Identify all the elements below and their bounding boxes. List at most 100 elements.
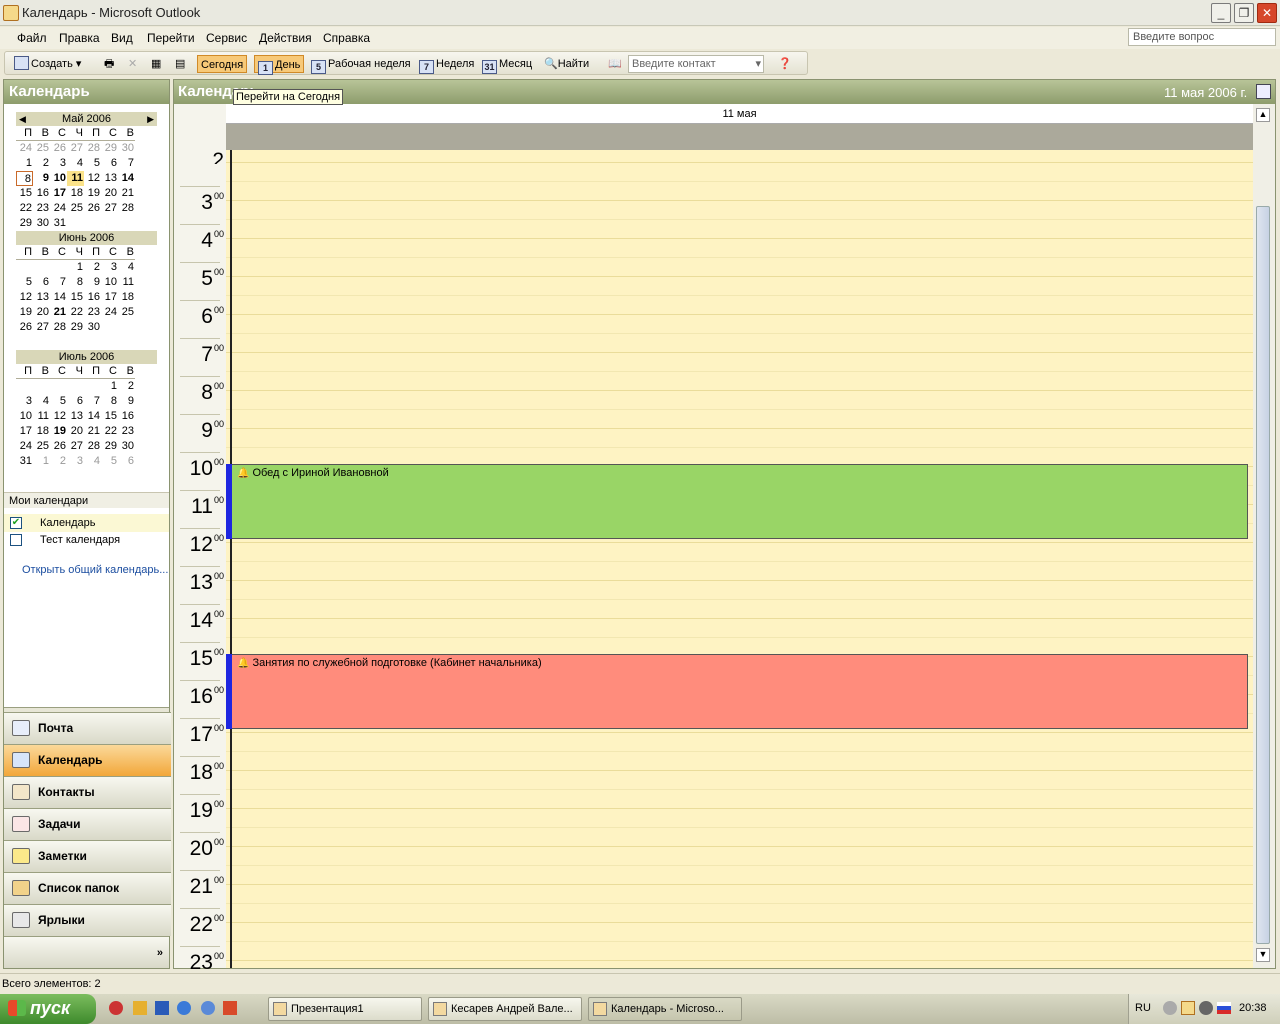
scroll-thumb[interactable] [1256, 206, 1270, 944]
day-cell[interactable]: 20 [33, 305, 50, 320]
open-shared-calendar-link[interactable]: Открыть общий календарь... [22, 564, 168, 576]
day-cell[interactable]: 4 [84, 454, 101, 469]
day-cell[interactable]: 17 [16, 424, 33, 439]
help-icon[interactable]: ❓ [775, 55, 795, 73]
day-cell[interactable]: 27 [101, 201, 118, 216]
day-cell[interactable]: 25 [33, 439, 50, 454]
task-presentation[interactable]: Презентация1 [268, 997, 422, 1021]
task-outlook[interactable]: Календарь - Microso... [588, 997, 742, 1021]
nav-button-contacts[interactable]: Контакты [4, 776, 171, 808]
day-cell[interactable]: 8 [101, 394, 118, 409]
scroll-up-button[interactable]: ▲ [1256, 108, 1270, 122]
day-cell[interactable]: 17 [101, 290, 118, 305]
day-cell[interactable]: 25 [33, 141, 50, 156]
tray-expand-icon[interactable] [1163, 1001, 1177, 1015]
appointment[interactable]: 🔔 Занятия по служебной подготовке (Кабине… [226, 654, 1248, 729]
menu-help[interactable]: Справка [323, 31, 370, 45]
create-button[interactable]: Создать ▾ [11, 55, 84, 73]
calendar-item-test[interactable]: Тест календаря [4, 531, 169, 549]
day-cell[interactable]: 10 [16, 409, 33, 424]
day-cell[interactable]: 14 [118, 171, 135, 186]
day-cell[interactable]: 23 [118, 424, 135, 439]
day-cell[interactable]: 2 [118, 379, 135, 394]
browser-icon[interactable] [177, 1001, 191, 1015]
day-cell[interactable]: 15 [16, 186, 33, 201]
day-cell[interactable]: 25 [67, 201, 84, 216]
nav-button-notes[interactable]: Заметки [4, 840, 171, 872]
menu-tools[interactable]: Сервис [206, 31, 247, 45]
day-cell[interactable]: 20 [67, 424, 84, 439]
day-cell[interactable]: 29 [101, 439, 118, 454]
day-cell[interactable]: 21 [50, 305, 67, 320]
day-cell[interactable]: 24 [16, 141, 33, 156]
day-cell[interactable]: 18 [33, 424, 50, 439]
day-cell[interactable]: 12 [84, 171, 101, 186]
day-cell[interactable]: 5 [84, 156, 101, 171]
day-cell[interactable]: 6 [118, 454, 135, 469]
nav-button-folder-list[interactable]: Список папок [4, 872, 171, 904]
day-grid[interactable]: 🔔 Обед с Ириной Ивановной 🔔 Занятия по служ… [226, 150, 1253, 980]
day-cell[interactable]: 4 [33, 394, 50, 409]
day-cell[interactable]: 20 [101, 186, 118, 201]
day-cell[interactable]: 14 [84, 409, 101, 424]
day-cell[interactable]: 26 [50, 141, 67, 156]
day-cell[interactable]: 2 [84, 260, 101, 275]
day-cell[interactable]: 1 [67, 260, 84, 275]
day-cell[interactable]: 30 [118, 439, 135, 454]
word-icon[interactable] [155, 1001, 169, 1015]
day-cell[interactable]: 16 [84, 290, 101, 305]
day-cell[interactable]: 21 [118, 186, 135, 201]
day-cell[interactable]: 10 [101, 275, 118, 290]
day-cell[interactable]: 1 [101, 379, 118, 394]
nav-button-calendar[interactable]: Календарь [4, 744, 171, 776]
day-cell[interactable]: 13 [33, 290, 50, 305]
nav-button-mail[interactable]: Почта [4, 712, 171, 744]
day-cell[interactable]: 23 [33, 201, 50, 216]
day-cell[interactable]: 24 [16, 439, 33, 454]
task-document[interactable]: Кесарев Андрей Вале... [428, 997, 582, 1021]
day-cell[interactable]: 6 [67, 394, 84, 409]
outlook-tray-icon[interactable] [1181, 1001, 1195, 1015]
next-month-icon[interactable]: ▶ [147, 112, 154, 126]
day-cell[interactable]: 11 [33, 409, 50, 424]
day-cell[interactable]: 27 [67, 439, 84, 454]
day-cell[interactable]: 14 [50, 290, 67, 305]
quick-launch-icon[interactable] [223, 1001, 237, 1015]
day-cell[interactable]: 31 [16, 454, 33, 469]
tray-icon[interactable] [1199, 1001, 1213, 1015]
day-cell[interactable]: 28 [84, 439, 101, 454]
day-cell[interactable]: 9 [118, 394, 135, 409]
maximize-button[interactable]: ❐ [1234, 3, 1254, 23]
appointment[interactable]: 🔔 Обед с Ириной Ивановной [226, 464, 1248, 539]
day-cell[interactable]: 19 [84, 186, 101, 201]
chevron-down-icon[interactable]: ▾ [755, 57, 761, 70]
day-cell[interactable]: 4 [67, 156, 84, 171]
prev-month-icon[interactable]: ◀ [19, 112, 26, 126]
grid-button[interactable]: ▦ [148, 55, 164, 73]
menu-file[interactable]: Файл [17, 31, 47, 45]
day-cell[interactable]: 24 [101, 305, 118, 320]
day-cell[interactable]: 19 [16, 305, 33, 320]
calendar-item-main[interactable]: ✔ Календарь [4, 514, 169, 532]
day-cell[interactable]: 6 [33, 275, 50, 290]
day-cell[interactable]: 8 [16, 171, 33, 186]
day-cell[interactable]: 5 [50, 394, 67, 409]
day-cell[interactable]: 22 [67, 305, 84, 320]
day-cell[interactable]: 10 [50, 171, 67, 186]
vertical-scrollbar[interactable]: ▲ ▼ [1253, 104, 1275, 968]
configure-buttons-icon[interactable]: » [157, 947, 163, 959]
menu-view[interactable]: Вид [111, 31, 133, 45]
checkbox-unchecked[interactable] [10, 534, 22, 546]
checkbox-checked[interactable]: ✔ [10, 517, 22, 529]
day-cell[interactable]: 7 [118, 156, 135, 171]
day-cell[interactable]: 30 [84, 320, 101, 335]
day-cell[interactable]: 29 [101, 141, 118, 156]
day-cell[interactable]: 18 [118, 290, 135, 305]
menu-go[interactable]: Перейти [147, 31, 195, 45]
nav-button-tasks[interactable]: Задачи [4, 808, 171, 840]
help-search-input[interactable]: Введите вопрос [1128, 28, 1276, 46]
day-cell[interactable]: 22 [101, 424, 118, 439]
day-cell[interactable]: 27 [33, 320, 50, 335]
day-cell[interactable]: 13 [67, 409, 84, 424]
flag-icon[interactable] [1217, 1002, 1231, 1014]
